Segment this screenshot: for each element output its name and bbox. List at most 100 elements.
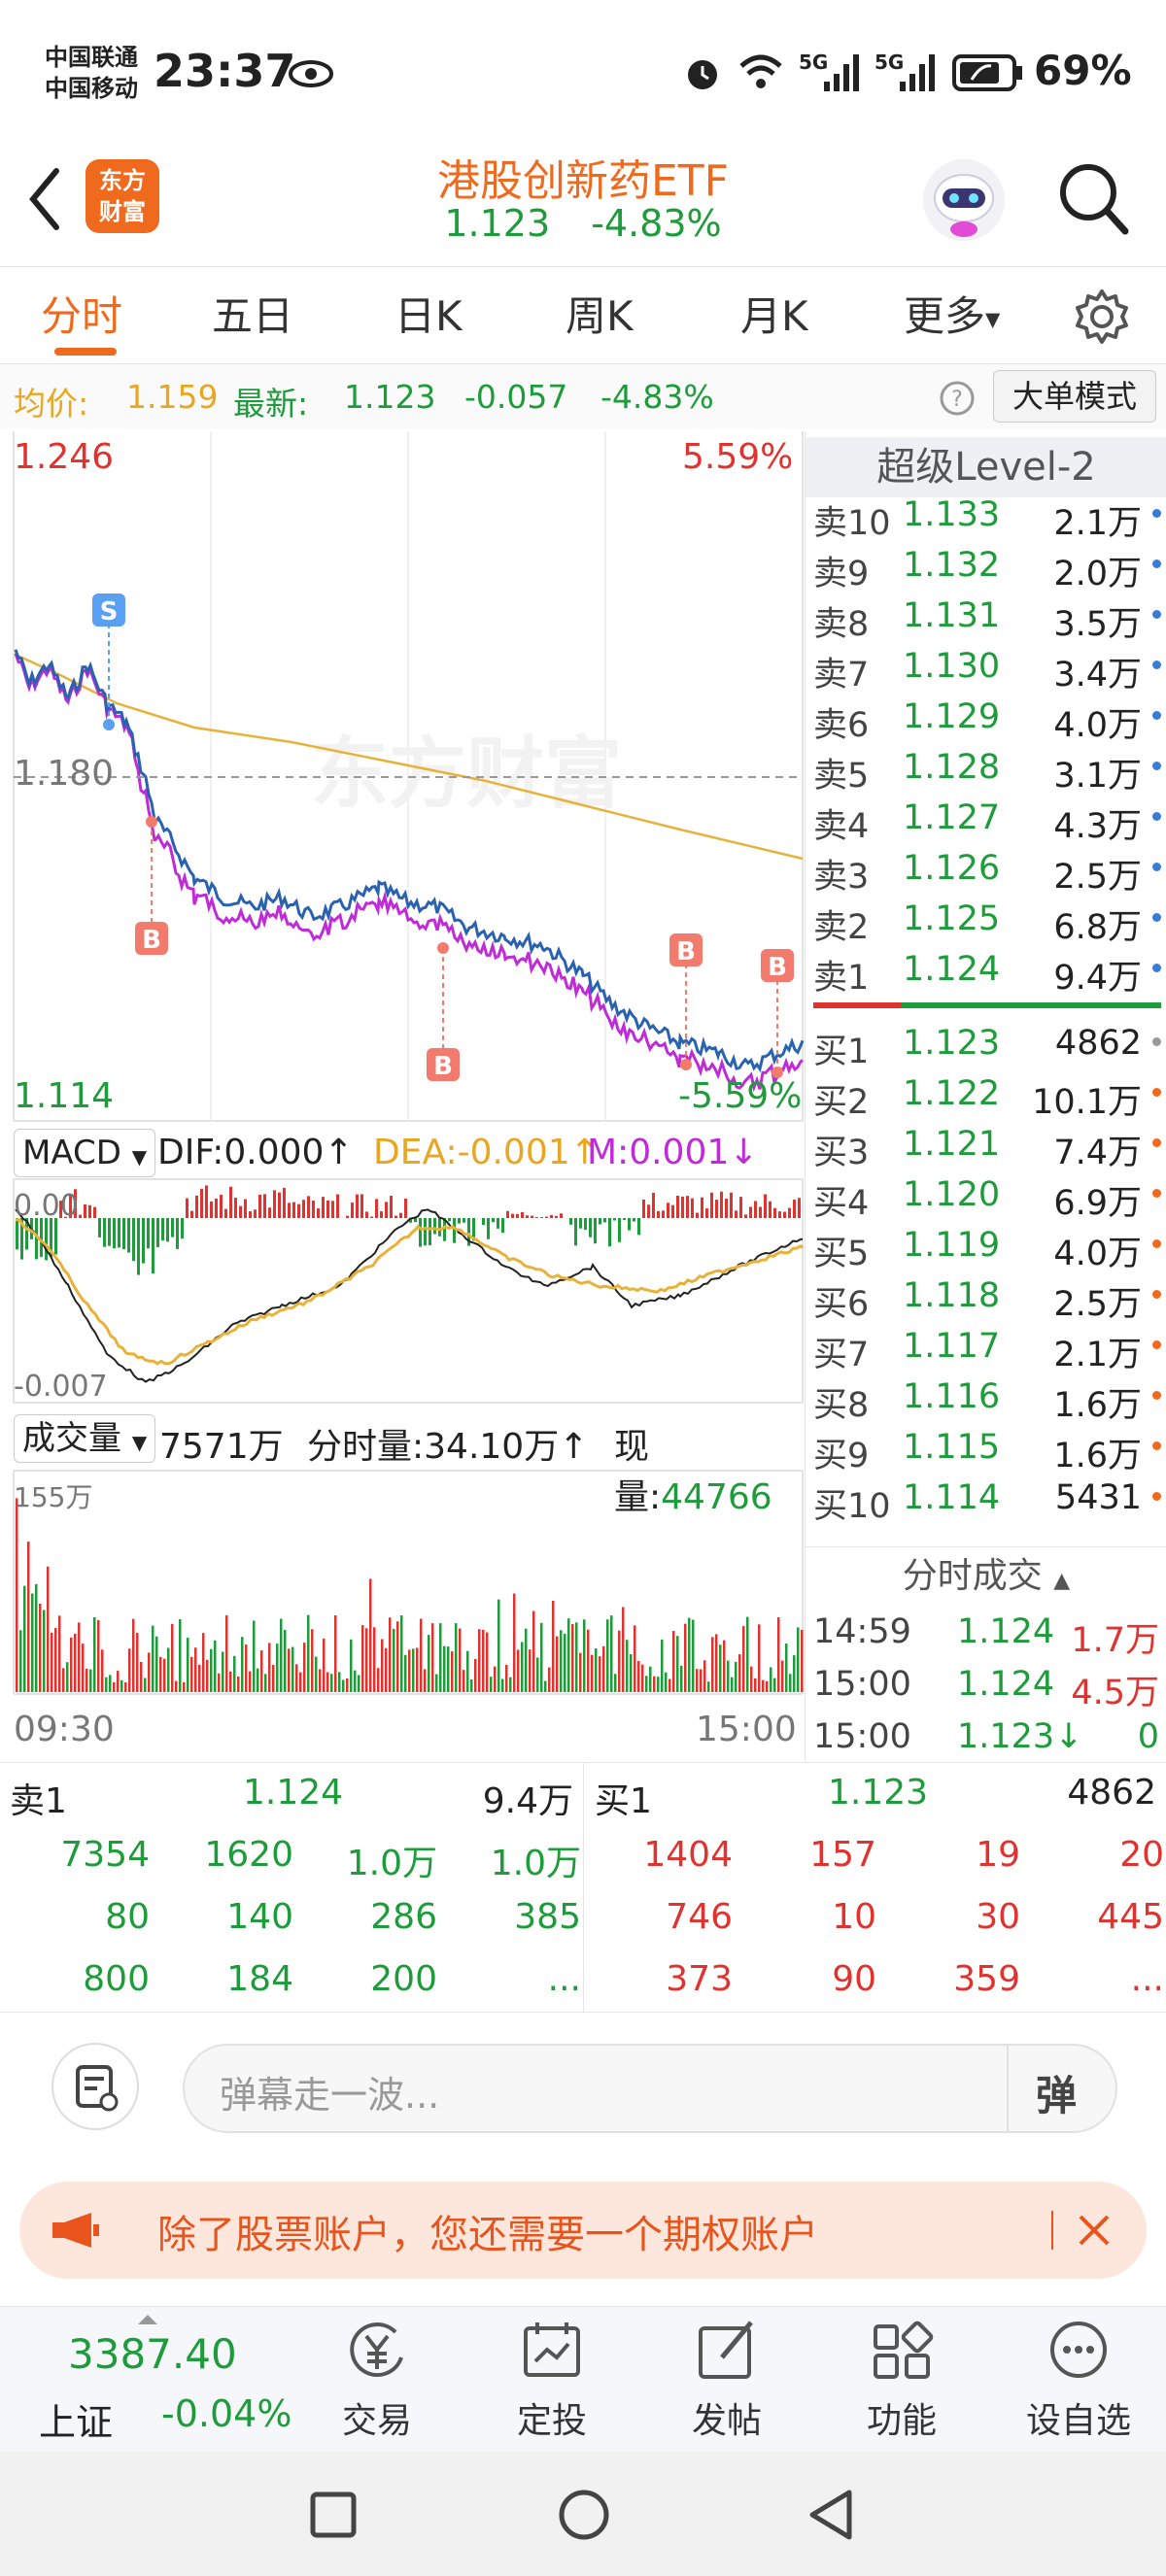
ask-row[interactable]: 卖1 1.124 9.4万 (806, 946, 1166, 998)
nav-watchlist[interactable]: 设自选 (1020, 2317, 1137, 2443)
ask-volume: 9.4万 (1053, 959, 1142, 998)
ask-volume: 4.3万 (1053, 807, 1142, 846)
bid-row[interactable]: 买5 1.119 4.0万 (806, 1222, 1166, 1273)
volume-bar (602, 1645, 605, 1692)
macd-bar (200, 1188, 203, 1218)
ask-price: 1.132 (903, 546, 1001, 585)
close-icon[interactable] (1075, 2211, 1114, 2250)
time-end-label: 15:00 (696, 1710, 797, 1749)
nav-functions[interactable]: 功能 (843, 2317, 960, 2443)
ask-row[interactable]: 卖7 1.130 3.4万 (806, 643, 1166, 695)
ask-price: 1.124 (903, 950, 1001, 989)
bid-row[interactable]: 买8 1.116 1.6万 (806, 1373, 1166, 1425)
tab-monthly-k[interactable]: 月K (740, 284, 808, 343)
change-pct: -4.83% (600, 378, 714, 416)
macd-m-text: M:0.001 (587, 1133, 730, 1172)
danmu-input[interactable]: 弹幕走一波... 弹 (183, 2044, 1117, 2133)
search-icon[interactable] (1057, 161, 1131, 239)
yen-circle-icon (350, 2322, 403, 2377)
bid-row[interactable]: 买9 1.115 1.6万 (806, 1424, 1166, 1475)
volume-bar (700, 1669, 703, 1692)
volume-selector[interactable]: 成交量 ▼ (14, 1414, 156, 1463)
app-logo[interactable]: 东方 财富 (86, 159, 159, 233)
tab-intraday[interactable]: 分时 (41, 284, 122, 343)
volume-bar (171, 1623, 174, 1692)
promo-banner[interactable]: 除了股票账户，您还需要一个期权账户 (19, 2182, 1147, 2279)
ask-row[interactable]: 卖3 1.126 2.5万 (806, 845, 1166, 897)
tab-five-day[interactable]: 五日 (212, 284, 293, 343)
macd-dea-text: DEA:-0.001 (373, 1133, 570, 1172)
help-icon[interactable]: ? (939, 380, 976, 417)
minute-volume: 分时量:34.10万↑ (307, 1427, 589, 1467)
volume-bar (124, 1681, 127, 1692)
bid-level: 买4 (813, 1184, 870, 1223)
macd-bar (103, 1218, 106, 1247)
volume-bar (369, 1578, 372, 1692)
macd-selector[interactable]: MACD ▼ (14, 1129, 156, 1177)
bid-row[interactable]: 买4 1.120 6.9万 (806, 1171, 1166, 1223)
bid-row[interactable]: 买3 1.121 7.4万 (806, 1121, 1166, 1172)
bid-row[interactable]: 买10 1.114 5431 (806, 1474, 1166, 1526)
back-arrow-icon[interactable] (23, 165, 66, 233)
ask-row[interactable]: 卖8 1.131 3.5万 (806, 593, 1166, 644)
ask-row[interactable]: 卖9 1.132 2.0万 (806, 542, 1166, 593)
trade-time: 14:59 (813, 1612, 911, 1651)
ask-row[interactable]: 卖6 1.129 4.0万 (806, 694, 1166, 745)
volume-bar (330, 1674, 333, 1692)
volume-bar (696, 1669, 699, 1692)
volume-bar (766, 1680, 769, 1692)
bid-row[interactable]: 买7 1.117 2.1万 (806, 1323, 1166, 1374)
volume-bar (237, 1677, 240, 1692)
macd-bar (521, 1211, 524, 1218)
bid-row[interactable]: 买2 1.122 10.1万 (806, 1070, 1166, 1122)
macd-bar (390, 1196, 393, 1218)
stock-price-summary: 1.123 -4.83% (292, 202, 874, 245)
nav-post[interactable]: 发帖 (669, 2317, 785, 2443)
ask-row[interactable]: 卖10 1.133 2.1万 (806, 491, 1166, 543)
trades-header[interactable]: 分时成交 ▲ (806, 1546, 1166, 1606)
macd-bar (273, 1190, 276, 1218)
settings-gear-icon[interactable] (1073, 288, 1131, 346)
macd-bar (419, 1218, 422, 1247)
robot-assistant-icon[interactable] (919, 155, 1009, 245)
ask-row[interactable]: 卖2 1.125 6.8万 (806, 896, 1166, 947)
macd-bar (550, 1214, 553, 1218)
volume-bar (113, 1681, 116, 1692)
volume-bar (404, 1654, 407, 1692)
tab-more-label: 更多 (904, 292, 986, 340)
volume-bar (789, 1674, 792, 1692)
ask-dot-icon (1152, 913, 1161, 922)
volume-bar (117, 1671, 120, 1692)
recent-apps-icon[interactable] (309, 2491, 358, 2539)
volume-bar (742, 1626, 745, 1692)
macd-bar (594, 1218, 597, 1244)
macd-bar (113, 1218, 116, 1249)
post-list-icon[interactable] (51, 2042, 140, 2131)
back-icon[interactable] (806, 2489, 855, 2541)
bid-row[interactable]: 买6 1.118 2.5万 (806, 1272, 1166, 1324)
big-order-mode-button[interactable]: 大单模式 (993, 370, 1156, 423)
macd-bar (108, 1218, 111, 1246)
ask-row[interactable]: 卖4 1.127 4.3万 (806, 795, 1166, 846)
nav-invest[interactable]: 定投 (494, 2317, 610, 2443)
index-widget[interactable]: 3387.40 上证 -0.04% (10, 2307, 330, 2453)
home-icon[interactable] (558, 2489, 610, 2541)
volume-bar (428, 1635, 430, 1692)
volume-bar (346, 1678, 349, 1692)
queue-divider (583, 1763, 584, 2012)
volume-bar (319, 1669, 322, 1692)
ask-row[interactable]: 卖5 1.128 3.1万 (806, 744, 1166, 796)
volume-bar (140, 1661, 143, 1692)
tab-more[interactable]: 更多▼ (904, 284, 1000, 343)
bid-row[interactable]: 买1 1.123 4862 (806, 1020, 1166, 1071)
tab-weekly-k[interactable]: 周K (566, 284, 634, 343)
volume-bar (389, 1617, 392, 1692)
volume-bar (564, 1633, 566, 1692)
tab-daily-k[interactable]: 日K (394, 284, 463, 343)
level2-header[interactable]: 超级Level-2 (806, 437, 1166, 497)
volume-bar (416, 1647, 419, 1692)
volume-bar (385, 1647, 388, 1692)
bid-level: 买7 (813, 1336, 870, 1374)
danmu-toggle-button[interactable]: 弹 (1036, 2063, 1077, 2122)
nav-trade[interactable]: 交易 (319, 2317, 435, 2443)
